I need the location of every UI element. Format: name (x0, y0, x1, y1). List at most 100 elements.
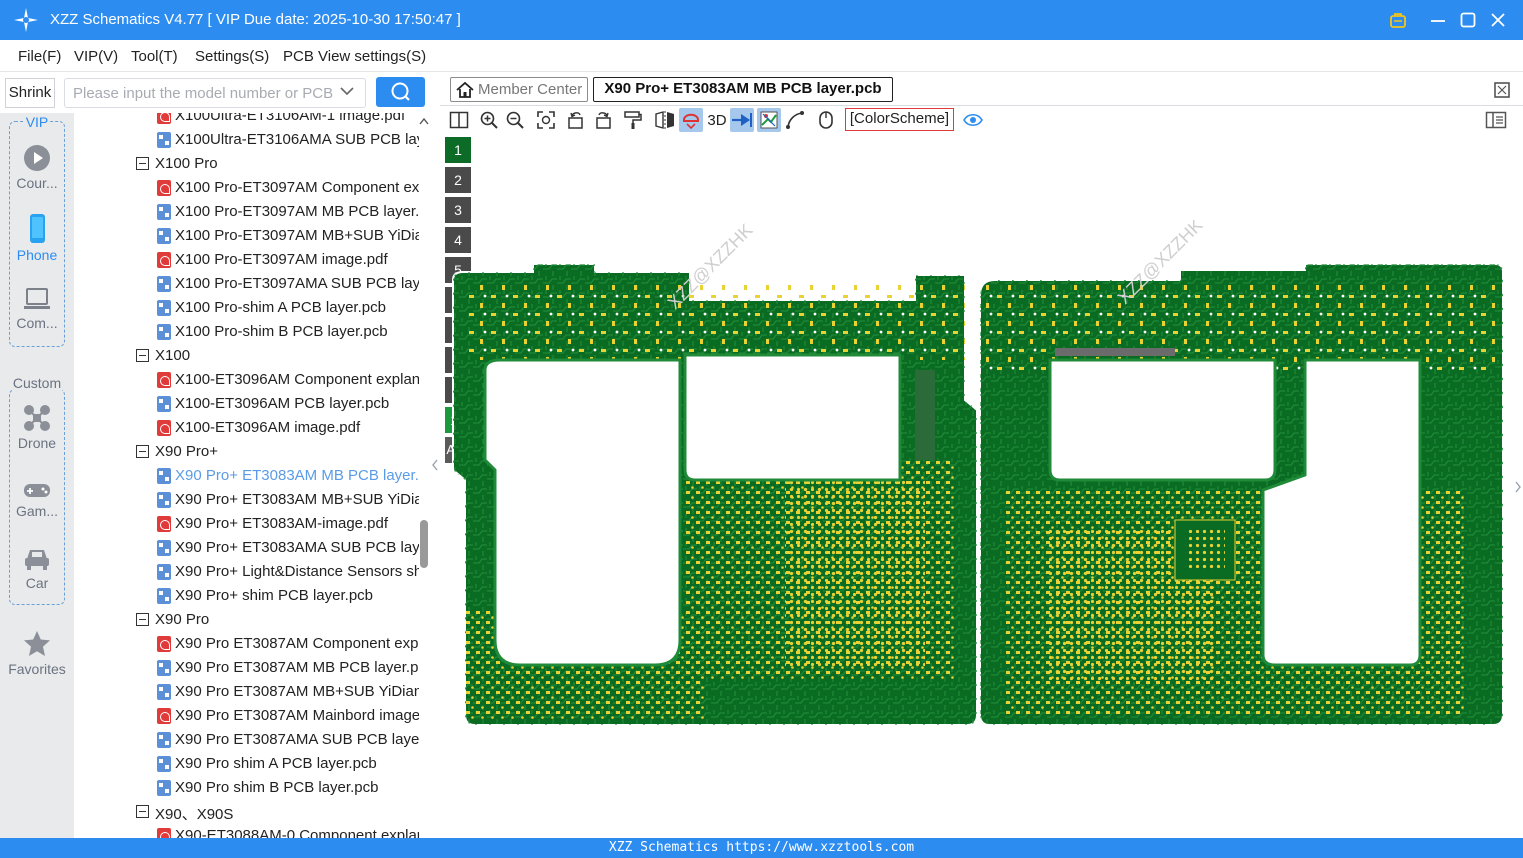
menu-settings[interactable]: Settings(S) (195, 48, 269, 65)
tab-member-center[interactable]: Member Center (450, 77, 588, 102)
tree-file-item[interactable]: X90 Pro+ Light&Distance Sensors shim.pcb (74, 560, 419, 584)
collapse-minus-icon[interactable] (136, 349, 149, 362)
tree-file-item[interactable]: X100 Pro-ET3097AM MB+SUB YiDian.pcb (74, 224, 419, 248)
tree-file-item[interactable]: X100 Pro-shim B PCB layer.pcb (74, 320, 419, 344)
rail-item-phone[interactable]: Phone (0, 213, 74, 263)
tree-file-item[interactable]: X100 Pro-ET3097AM image.pdf (74, 248, 419, 272)
tree-item-label: X90 Pro+ ET3083AM MB+SUB YiDian.pcb (175, 491, 419, 508)
tree-file-item[interactable]: X100 Pro-ET3097AMA SUB PCB layer.pcb (74, 272, 419, 296)
shrink-button[interactable]: Shrink (5, 78, 55, 108)
layer-button-1[interactable]: 1 (445, 137, 471, 163)
vip-bag-icon[interactable] (1386, 8, 1410, 32)
tree-file-item[interactable]: X90-ET3088AM-0 Component explanation.pdf (74, 824, 419, 838)
tree-folder[interactable]: X90 Pro+ (74, 440, 419, 464)
search-button[interactable] (376, 77, 425, 107)
trace-button[interactable] (783, 108, 807, 132)
probe-button[interactable] (730, 108, 754, 132)
mirror-button[interactable] (653, 108, 677, 132)
color-scheme-button[interactable]: [ColorScheme] (845, 108, 954, 131)
window-title: XZZ Schematics V4.77 [ VIP Due date: 202… (50, 11, 461, 28)
collapse-minus-icon[interactable] (136, 613, 149, 626)
menu-tool[interactable]: Tool(T) (131, 48, 178, 65)
tree-file-item[interactable]: X100 Pro-ET3097AM Component explanation.… (74, 176, 419, 200)
tree-file-item[interactable]: X100Ultra-ET3106AMA SUB PCB layer.pcb (74, 128, 419, 152)
tree-file-item[interactable]: X100-ET3096AM Component explanation.pdf (74, 368, 419, 392)
side-panel-button[interactable] (1484, 108, 1508, 132)
eye-icon (963, 113, 983, 127)
tree-file-item[interactable]: X90 Pro+ ET3083AMA SUB PCB layer.pcb (74, 536, 419, 560)
rail-item-courses[interactable]: Cour... (0, 143, 74, 191)
menu-pcb-view-settings[interactable]: PCB View settings(S) (283, 48, 426, 65)
layer-map-button[interactable] (757, 108, 781, 132)
tree-folder[interactable]: X90、X90S (74, 800, 419, 824)
rail-item-drone[interactable]: Drone (0, 403, 74, 451)
play-icon (24, 145, 50, 171)
tree-file-item[interactable]: X90 Pro+ ET3083AM-image.pdf (74, 512, 419, 536)
menu-vip[interactable]: VIP(V) (74, 48, 118, 65)
pcb-file-icon (157, 780, 171, 796)
zoom-out-button[interactable] (503, 108, 527, 132)
fit-view-button[interactable] (534, 108, 558, 132)
search-input[interactable]: Please input the model number or PCB (64, 78, 366, 108)
tree-item-label: X90 Pro+ shim PCB layer.pcb (175, 587, 374, 604)
rail-item-favorites[interactable]: Favorites (0, 629, 74, 677)
tree-file-item[interactable]: X100Ultra-ET3106AM-1 image.pdf (74, 113, 419, 128)
split-view-button[interactable] (447, 108, 471, 132)
pdf-file-icon (157, 516, 171, 532)
rail-item-car[interactable]: Car (0, 545, 74, 591)
rotate-right-button[interactable] (591, 108, 615, 132)
minimize-button[interactable] (1426, 8, 1450, 32)
paint-button[interactable] (621, 108, 645, 132)
mirror-icon (655, 111, 674, 129)
tree-file-item[interactable]: X90 Pro ET3087AM Component explanation.p… (74, 632, 419, 656)
tree-item-label: X100 Pro-ET3097AMA SUB PCB layer.pcb (175, 275, 419, 292)
tree-file-item[interactable]: X90 Pro ET3087AM Mainbord image.pdf (74, 704, 419, 728)
3d-view-button[interactable]: 3D (704, 108, 730, 132)
tree-item-label: X90 Pro ET3087AMA SUB PCB layer.pcb (175, 731, 419, 748)
tree-file-item[interactable]: X90 Pro+ ET3083AM MB+SUB YiDian.pcb (74, 488, 419, 512)
tab-active-file[interactable]: X90 Pro+ ET3083AM MB PCB layer.pcb (593, 77, 893, 102)
tree-file-item[interactable]: X100 Pro-ET3097AM MB PCB layer.pcb (74, 200, 419, 224)
tree-file-item[interactable]: X90 Pro+ shim PCB layer.pcb (74, 584, 419, 608)
collapse-right-icon[interactable] (1514, 467, 1522, 507)
menu-file[interactable]: File(F) (18, 48, 61, 65)
tree-file-item[interactable]: X100 Pro-shim A PCB layer.pcb (74, 296, 419, 320)
tree-scroll-thumb[interactable] (420, 520, 428, 568)
rail-item-computer[interactable]: Com... (0, 285, 74, 331)
pcb-board-view[interactable]: XZZ@XZZHK XZZ@XZZHK (445, 220, 1510, 735)
tree-file-item[interactable]: X100-ET3096AM PCB layer.pcb (74, 392, 419, 416)
maximize-button[interactable] (1456, 8, 1480, 32)
tree-folder[interactable]: X90 Pro (74, 608, 419, 632)
pcb-file-icon (157, 468, 171, 484)
mouse-mode-button[interactable] (814, 108, 838, 132)
restore-panel-icon[interactable] (1493, 81, 1511, 99)
app-logo-icon (14, 8, 38, 32)
tree-item-label: X90-ET3088AM-0 Component explanation.pdf (175, 827, 419, 838)
tree-file-item[interactable]: X90 Pro ET3087AM MB PCB layer.pcb (74, 656, 419, 680)
chevron-down-icon[interactable] (340, 86, 354, 96)
layer-button-2[interactable]: 2 (445, 167, 471, 193)
collapse-left-icon[interactable] (431, 445, 439, 485)
tree-file-item[interactable]: X90 Pro ET3087AM MB+SUB YiDian.pcb (74, 680, 419, 704)
visibility-button[interactable] (961, 108, 985, 132)
collapse-minus-icon[interactable] (136, 157, 149, 170)
net-highlight-button[interactable] (679, 108, 703, 132)
scroll-up-icon[interactable] (417, 115, 431, 127)
tree-folder[interactable]: X100 (74, 344, 419, 368)
zoom-in-button[interactable] (477, 108, 501, 132)
tree-file-item[interactable]: X90 Pro+ ET3083AM MB PCB layer.pcb (74, 464, 419, 488)
tree-file-item[interactable]: X90 Pro ET3087AMA SUB PCB layer.pcb (74, 728, 419, 752)
collapse-minus-icon[interactable] (136, 805, 149, 818)
rotate-left-button[interactable] (564, 108, 588, 132)
fit-view-icon (537, 111, 555, 129)
tree-folder[interactable]: X100 Pro (74, 152, 419, 176)
tree-scrollbar[interactable] (417, 113, 431, 838)
rail-item-games[interactable]: Gam... (0, 479, 74, 519)
close-button[interactable] (1486, 8, 1510, 32)
tree-file-item[interactable]: X90 Pro shim B PCB layer.pcb (74, 776, 419, 800)
pcb-file-icon (157, 228, 171, 244)
collapse-minus-icon[interactable] (136, 445, 149, 458)
tree-file-item[interactable]: X100-ET3096AM image.pdf (74, 416, 419, 440)
tree-file-item[interactable]: X90 Pro shim A PCB layer.pcb (74, 752, 419, 776)
tree-item-label: X90 Pro ET3087AM Component explanation.p… (175, 635, 419, 652)
